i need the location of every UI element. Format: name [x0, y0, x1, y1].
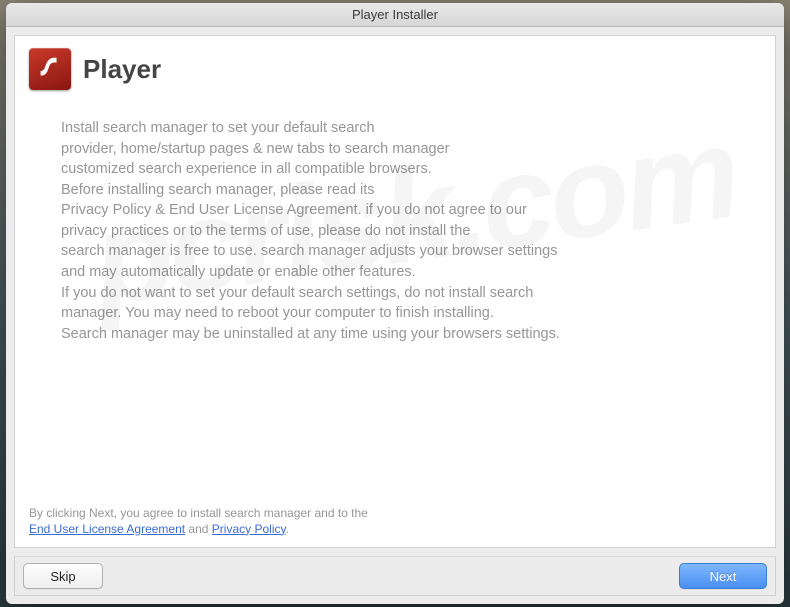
privacy-link[interactable]: Privacy Policy [212, 522, 286, 536]
eula-link[interactable]: End User License Agreement [29, 522, 185, 536]
body-text: Install search manager to set your defau… [15, 118, 775, 344]
titlebar[interactable]: Player Installer [6, 3, 784, 27]
body-line: privacy practices or to the terms of use… [61, 223, 470, 239]
body-line: Before installing search manager, please… [61, 182, 375, 198]
body-line: Search manager may be uninstalled at any… [61, 326, 560, 342]
body-line: If you do not want to set your default s… [61, 285, 533, 301]
content-pane: pcrisk.com Player Install search manager… [14, 35, 776, 548]
installer-window: Player Installer pcrisk.com Player Insta… [6, 3, 784, 604]
body-line: manager. You may need to reboot your com… [61, 305, 494, 321]
body-line: Privacy Policy & End User License Agreem… [61, 202, 527, 218]
body-line: customized search experience in all comp… [61, 161, 432, 177]
button-bar: Skip Next [14, 556, 776, 596]
app-name: Player [83, 54, 161, 85]
skip-button[interactable]: Skip [23, 563, 103, 589]
disclosure-suffix: . [286, 522, 289, 536]
disclosure-text: By clicking Next, you agree to install s… [15, 501, 775, 547]
disclosure-and: and [185, 522, 212, 536]
header: Player [15, 36, 775, 118]
disclosure-prefix: By clicking Next, you agree to install s… [29, 506, 368, 520]
flash-icon [29, 48, 71, 90]
spacer [15, 344, 775, 500]
body-line: search manager is free to use. search ma… [61, 243, 557, 259]
next-button[interactable]: Next [679, 563, 767, 589]
body-line: provider, home/startup pages & new tabs … [61, 141, 450, 157]
body-line: Install search manager to set your defau… [61, 120, 375, 136]
body-line: and may automatically update or enable o… [61, 264, 416, 280]
window-title: Player Installer [352, 7, 438, 22]
